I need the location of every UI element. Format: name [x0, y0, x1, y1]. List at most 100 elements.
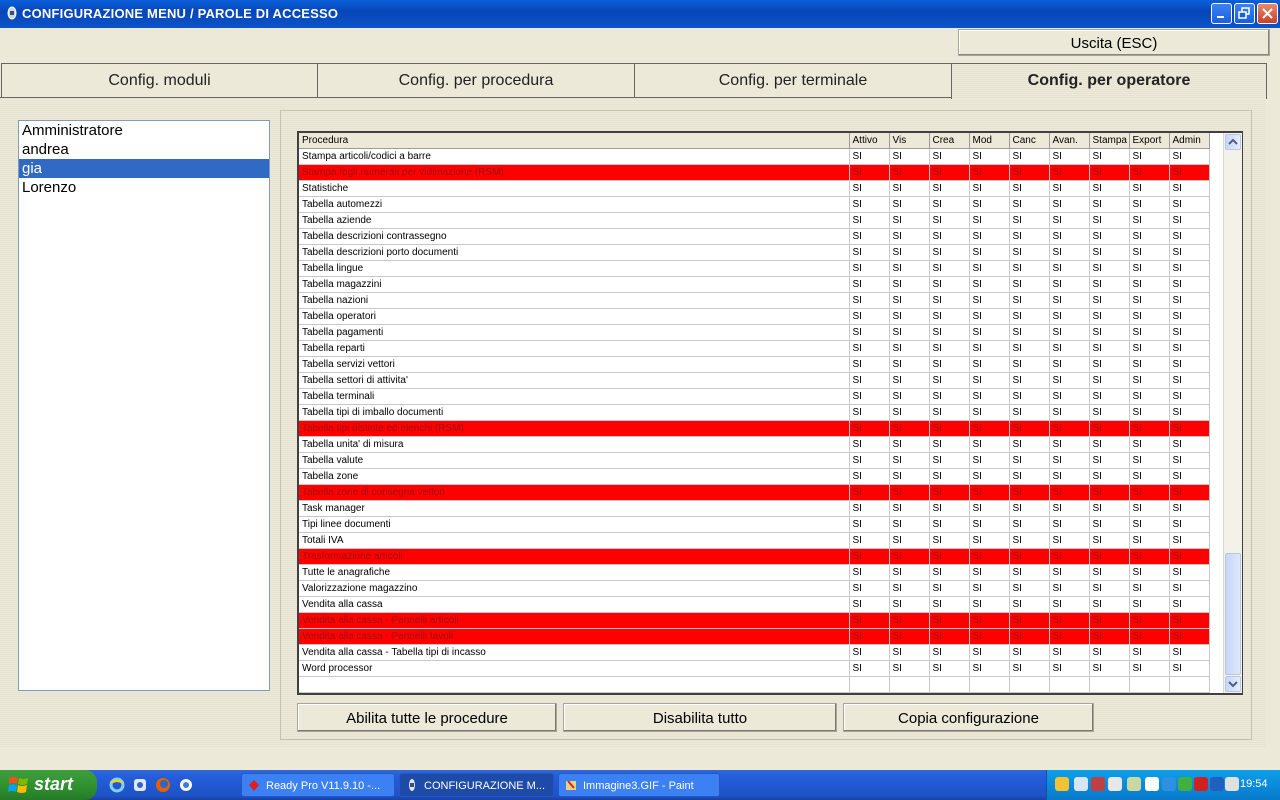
permission-cell[interactable]: SI	[1049, 388, 1090, 405]
permission-cell[interactable]: SI	[929, 372, 970, 389]
permission-cell[interactable]: SI	[849, 292, 890, 309]
permission-cell[interactable]: SI	[1129, 548, 1170, 565]
permission-cell[interactable]: SI	[849, 404, 890, 421]
disable-all-button[interactable]: Disabilita tutto	[563, 703, 837, 732]
permission-cell[interactable]: SI	[1089, 468, 1130, 485]
permission-cell[interactable]: SI	[1089, 356, 1130, 373]
permission-cell[interactable]: SI	[1049, 228, 1090, 245]
permission-cell[interactable]: SI	[1089, 612, 1130, 629]
permission-cell[interactable]: SI	[849, 548, 890, 565]
permission-cell[interactable]: SI	[1089, 276, 1130, 293]
permission-cell[interactable]: SI	[1049, 660, 1090, 677]
procedure-name-cell[interactable]: Tabella zone di consegna vettori	[299, 484, 850, 501]
permission-cell[interactable]: SI	[969, 164, 1010, 181]
permissions-grid[interactable]: Procedura Attivo Vis Crea Mod Canc Avan. Stampa…	[297, 131, 1243, 695]
permission-cell[interactable]: SI	[1169, 404, 1210, 421]
permission-cell[interactable]: SI	[889, 468, 930, 485]
permission-cell[interactable]: SI	[1009, 260, 1050, 277]
permission-cell[interactable]: SI	[1169, 244, 1210, 261]
permission-cell[interactable]: SI	[889, 276, 930, 293]
permission-cell[interactable]: SI	[929, 228, 970, 245]
permission-cell[interactable]: SI	[1089, 244, 1130, 261]
permission-cell[interactable]: SI	[929, 244, 970, 261]
permission-cell[interactable]: SI	[1009, 356, 1050, 373]
tab-config-per-operatore[interactable]: Config. per operatore	[951, 63, 1267, 99]
permission-cell[interactable]: SI	[929, 660, 970, 677]
permission-cell[interactable]: SI	[849, 212, 890, 229]
permission-cell[interactable]: SI	[889, 596, 930, 613]
permission-cell[interactable]: SI	[969, 468, 1010, 485]
scroll-up-button[interactable]	[1225, 134, 1241, 150]
permission-cell[interactable]: SI	[889, 148, 930, 165]
permission-cell[interactable]: SI	[1089, 196, 1130, 213]
permission-cell[interactable]: SI	[889, 420, 930, 437]
permission-cell[interactable]: SI	[1089, 228, 1130, 245]
permission-cell[interactable]: SI	[1089, 404, 1130, 421]
procedure-name-cell[interactable]: Vendita alla cassa - Tabella tipi di inc…	[299, 644, 850, 661]
permission-cell[interactable]: SI	[1009, 516, 1050, 533]
permission-cell[interactable]: SI	[849, 644, 890, 661]
permission-cell[interactable]: SI	[1089, 212, 1130, 229]
permission-cell[interactable]: SI	[1129, 244, 1170, 261]
permission-cell[interactable]: SI	[1169, 468, 1210, 485]
permission-cell[interactable]: SI	[1169, 516, 1210, 533]
table-row[interactable]: Vendita alla cassa - Tabella tipi di inc…	[299, 644, 1210, 661]
permission-cell[interactable]: SI	[1169, 164, 1210, 181]
permission-cell[interactable]: SI	[929, 324, 970, 341]
permission-cell[interactable]: SI	[1169, 660, 1210, 677]
permission-cell[interactable]: SI	[1049, 372, 1090, 389]
procedure-name-cell[interactable]: Tabella tipi di imballo documenti	[299, 404, 850, 421]
permission-cell[interactable]: SI	[1049, 340, 1090, 357]
tray-app-icon[interactable]	[1091, 777, 1105, 791]
permission-cell[interactable]: SI	[969, 564, 1010, 581]
permission-cell[interactable]: SI	[929, 468, 970, 485]
permission-cell[interactable]: SI	[889, 516, 930, 533]
permission-cell[interactable]: SI	[849, 228, 890, 245]
table-row[interactable]: Stampa articoli/codici a barre SI SI SI SI SI…	[299, 148, 1210, 165]
permission-cell[interactable]: SI	[1009, 180, 1050, 197]
permission-cell[interactable]: SI	[849, 436, 890, 453]
permission-cell[interactable]: SI	[929, 356, 970, 373]
permission-cell[interactable]: SI	[1129, 564, 1170, 581]
permission-cell[interactable]: SI	[929, 260, 970, 277]
permission-cell[interactable]: SI	[929, 308, 970, 325]
permission-cell[interactable]: SI	[969, 516, 1010, 533]
permission-cell[interactable]: SI	[1129, 436, 1170, 453]
firefox-icon[interactable]	[155, 777, 171, 793]
permission-cell[interactable]: SI	[1049, 596, 1090, 613]
permission-cell[interactable]: SI	[1009, 484, 1050, 501]
tray-security-icon[interactable]	[1127, 777, 1141, 791]
permission-cell[interactable]: SI	[1169, 436, 1210, 453]
procedure-name-cell[interactable]: Tutte le anagrafiche	[299, 564, 850, 581]
table-row-highlighted[interactable]: Vendita alla cassa - Pannelli tavoli SI SI…	[299, 628, 1210, 645]
permission-cell[interactable]: SI	[1089, 436, 1130, 453]
permission-cell[interactable]: SI	[929, 484, 970, 501]
permission-cell[interactable]: SI	[1169, 420, 1210, 437]
permission-cell[interactable]: SI	[849, 580, 890, 597]
permission-cell[interactable]: SI	[1169, 484, 1210, 501]
permission-cell[interactable]: SI	[1049, 164, 1090, 181]
permission-cell[interactable]: SI	[1089, 164, 1130, 181]
permission-cell[interactable]: SI	[1009, 212, 1050, 229]
permission-cell[interactable]: SI	[929, 580, 970, 597]
column-header-procedura[interactable]: Procedura	[299, 133, 850, 149]
permission-cell[interactable]: SI	[1169, 580, 1210, 597]
permission-cell[interactable]: SI	[1049, 260, 1090, 277]
permission-cell[interactable]: SI	[969, 388, 1010, 405]
permission-cell[interactable]: SI	[929, 564, 970, 581]
permission-cell[interactable]: SI	[849, 196, 890, 213]
procedure-name-cell[interactable]: Tabella servizi vettori	[299, 356, 850, 373]
permission-cell[interactable]: SI	[1129, 292, 1170, 309]
permission-cell[interactable]: SI	[849, 276, 890, 293]
table-row[interactable]: Tabella reparti SI SI SI SI SI SI SI SI SI	[299, 340, 1210, 357]
table-row[interactable]: Tabella valute SI SI SI SI SI SI SI SI SI	[299, 452, 1210, 469]
enable-all-button[interactable]: Abilita tutte le procedure	[297, 703, 557, 732]
task-paint[interactable]: Immagine3.GIF - Paint	[558, 773, 720, 797]
permission-cell[interactable]: SI	[1129, 500, 1170, 517]
permission-cell[interactable]: SI	[1129, 580, 1170, 597]
permission-cell[interactable]: SI	[1169, 308, 1210, 325]
permission-cell[interactable]: SI	[1169, 644, 1210, 661]
table-row[interactable]: Valorizzazione magazzino SI SI SI SI SI SI SI SI…	[299, 580, 1210, 597]
permission-cell[interactable]: SI	[849, 148, 890, 165]
permission-cell[interactable]: SI	[1129, 340, 1170, 357]
